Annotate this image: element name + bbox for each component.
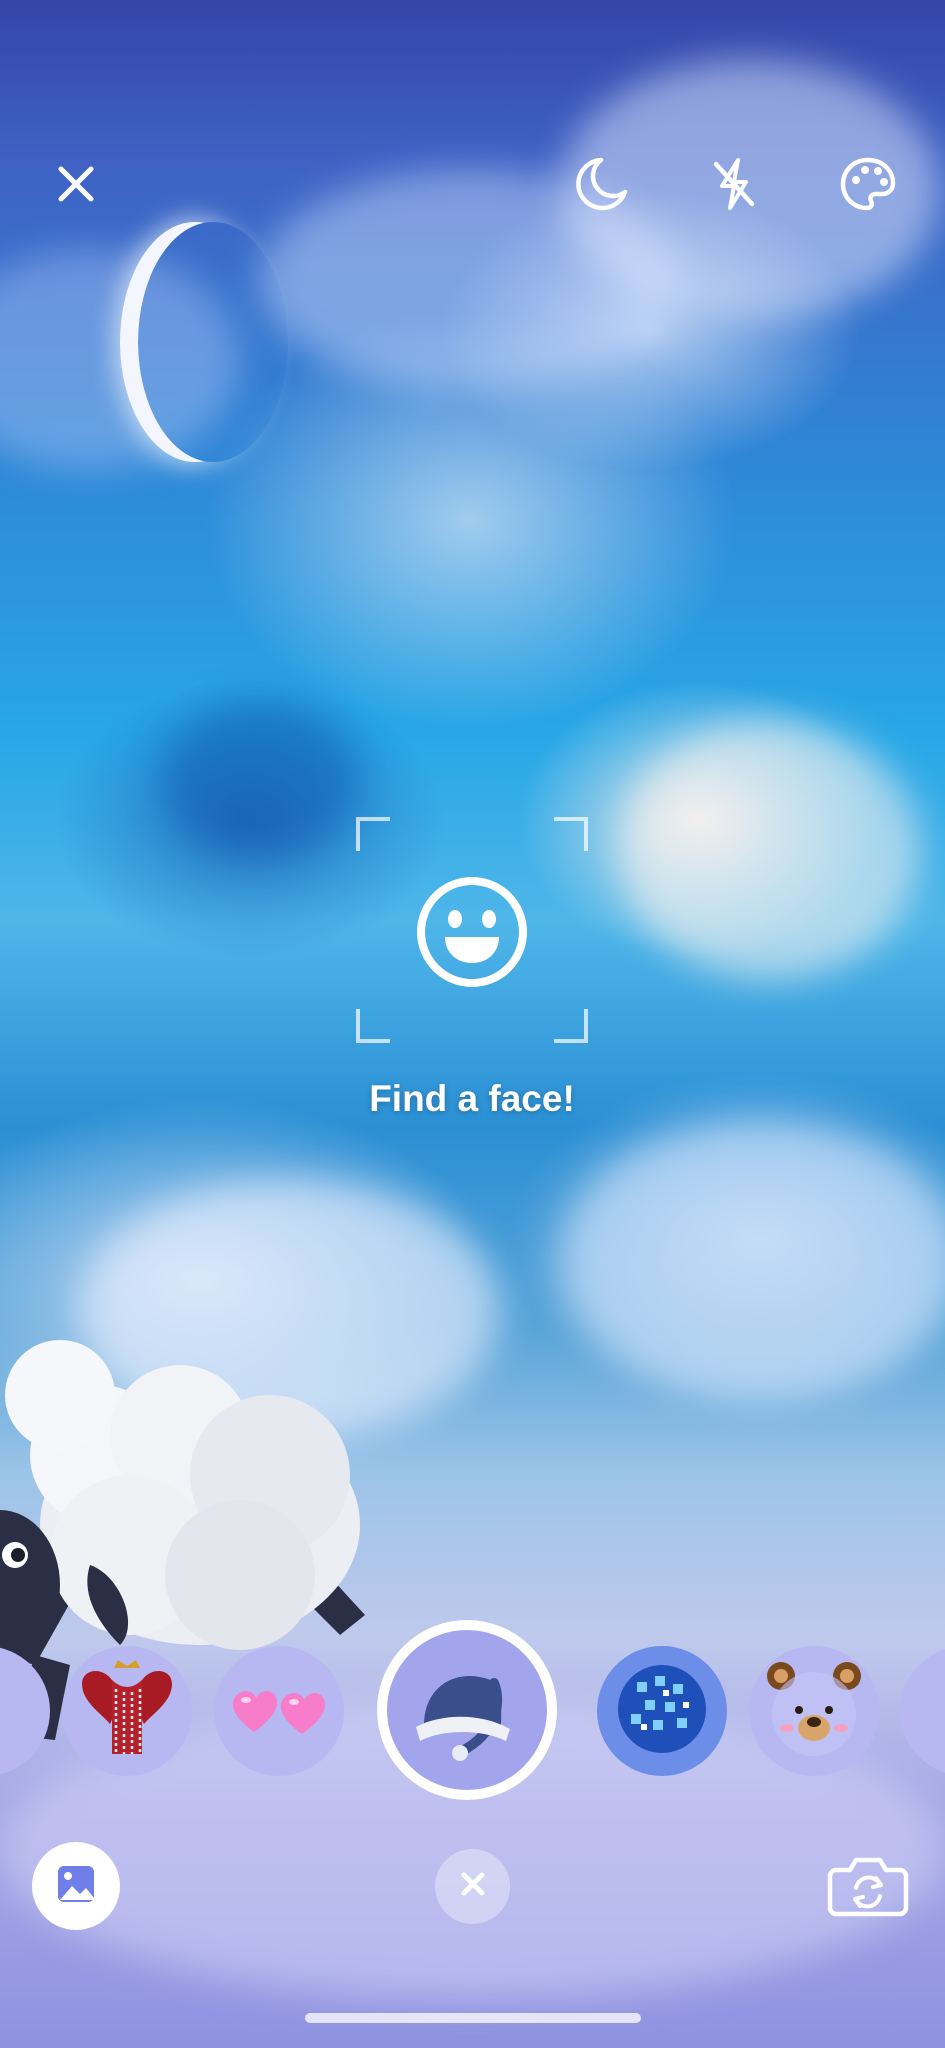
disco-ball-icon xyxy=(607,1654,717,1769)
sheep-mascot-image xyxy=(0,1325,400,1745)
frame-corner xyxy=(356,1009,390,1043)
carousel-item-partial[interactable] xyxy=(900,1646,945,1776)
close-icon xyxy=(456,1867,490,1906)
close-icon xyxy=(46,154,106,219)
cloud-shape xyxy=(560,1120,945,1400)
night-mode-button[interactable] xyxy=(565,150,637,222)
bear-face-icon xyxy=(759,1654,869,1769)
night-cap-icon xyxy=(402,1643,532,1778)
filter-royal-hearts-crown[interactable] xyxy=(62,1646,192,1776)
filter-disco-ball[interactable] xyxy=(597,1646,727,1776)
filter-pink-hearts[interactable] xyxy=(214,1646,344,1776)
moon-icon xyxy=(571,154,631,219)
crescent-moon-image xyxy=(138,222,288,462)
palette-icon xyxy=(838,154,898,219)
flash-toggle-button[interactable] xyxy=(698,150,770,222)
pink-hearts-icon xyxy=(224,1654,334,1769)
filter-bear[interactable] xyxy=(749,1646,879,1776)
clear-filter-button[interactable] xyxy=(435,1849,510,1924)
flip-camera-button[interactable] xyxy=(826,1846,910,1926)
filter-sleep-cap-selected[interactable] xyxy=(377,1620,557,1800)
camera-preview: Find a face! xyxy=(0,0,945,2048)
camera-flip-icon xyxy=(826,1850,910,1923)
frame-corner xyxy=(554,817,588,851)
smiley-face-icon xyxy=(415,875,529,989)
find-face-hint: Find a face! xyxy=(369,1078,575,1119)
crown-hearts-icon xyxy=(72,1654,182,1769)
cloud-shape xyxy=(620,720,920,980)
cloud-shape xyxy=(160,700,360,860)
image-icon xyxy=(54,1862,98,1911)
frame-corner xyxy=(356,817,390,851)
close-button[interactable] xyxy=(40,150,112,222)
effects-button[interactable] xyxy=(832,150,904,222)
home-indicator[interactable] xyxy=(305,2013,641,2023)
flash-off-icon xyxy=(704,154,764,219)
frame-corner xyxy=(554,1009,588,1043)
gallery-button[interactable] xyxy=(32,1842,120,1930)
